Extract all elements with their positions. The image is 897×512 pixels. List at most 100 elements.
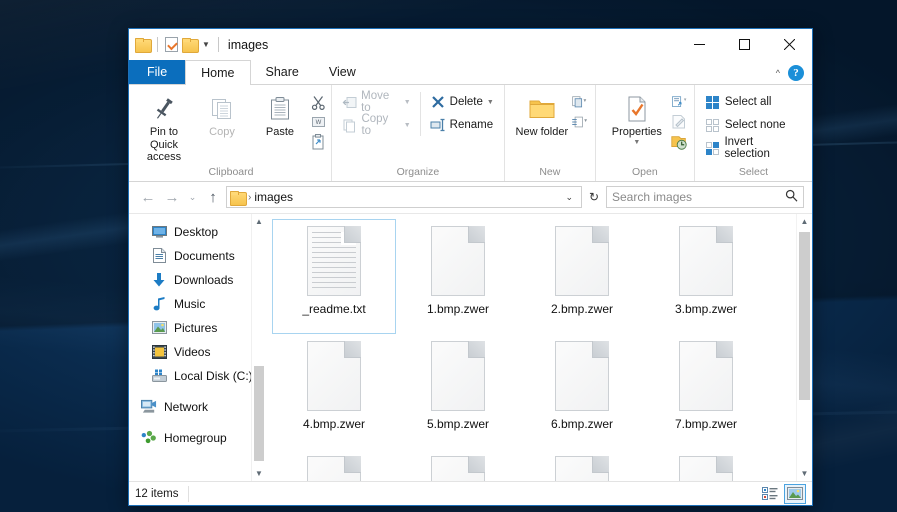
status-bar: 12 items (129, 481, 812, 505)
file-pane-scrollbar-thumb[interactable] (799, 231, 810, 400)
file-item[interactable] (272, 449, 396, 481)
large-icons-view-button[interactable] (784, 483, 806, 504)
rename-icon (430, 117, 446, 133)
properties-button[interactable]: Properties ▼ (604, 90, 670, 147)
scroll-up-arrow-icon[interactable]: ▲ (255, 214, 263, 229)
invert-selection-button[interactable]: Invert selection (705, 136, 800, 160)
cut-icon[interactable] (309, 93, 327, 111)
item-count-label: 12 items (135, 485, 190, 502)
copy-to-button[interactable]: Copy to ▼ (342, 113, 411, 137)
collapse-ribbon-icon[interactable]: ^ (776, 68, 780, 78)
move-to-button[interactable]: Move to ▼ (342, 90, 411, 114)
sidebar-item-homegroup[interactable]: Homegroup (129, 426, 266, 450)
tab-share[interactable]: Share (251, 60, 314, 84)
tab-home[interactable]: Home (185, 60, 251, 85)
copy-path-icon[interactable]: W (309, 113, 327, 131)
file-item[interactable]: 3.bmp.zwer (644, 219, 768, 334)
pin-icon (151, 92, 177, 126)
search-icon[interactable] (785, 189, 798, 205)
file-name-label: 3.bmp.zwer (674, 301, 738, 316)
tab-file[interactable]: File (129, 60, 186, 84)
file-item[interactable]: 5.bmp.zwer (396, 334, 520, 449)
sidebar-item-network[interactable]: Network (129, 395, 266, 419)
copy-button[interactable]: Copy (193, 90, 251, 139)
chevron-down-icon[interactable]: ▼ (201, 40, 211, 49)
file-pane-scrollbar[interactable]: ▲ ▼ (796, 213, 812, 481)
paste-button[interactable]: Paste (251, 90, 309, 139)
button-label: Pin to Quick access (146, 126, 182, 164)
select-all-button[interactable]: Select all (705, 92, 800, 112)
paste-shortcut-icon[interactable] (309, 133, 327, 151)
delete-icon (430, 94, 446, 110)
ribbon-group-select: Select all Select none Invert selection … (695, 85, 812, 181)
folder-icon[interactable] (135, 38, 152, 53)
sidebar-scrollbar-thumb[interactable] (254, 365, 264, 461)
select-none-icon (705, 117, 721, 133)
chevron-down-icon[interactable]: ▼ (404, 122, 411, 129)
scroll-up-arrow-icon[interactable]: ▲ (797, 214, 812, 230)
search-input[interactable]: Search images (606, 186, 804, 209)
file-item[interactable] (396, 449, 520, 481)
sidebar-item-desktop[interactable]: Desktop (129, 220, 266, 244)
search-placeholder: Search images (612, 190, 693, 205)
maximize-button[interactable] (722, 29, 767, 60)
file-item[interactable]: _readme.txt (272, 218, 396, 334)
new-folder-button[interactable]: New folder (513, 90, 571, 139)
select-none-button[interactable]: Select none (705, 115, 800, 135)
pin-to-quick-access-button[interactable]: Pin to Quick access (135, 90, 193, 164)
minimize-button[interactable] (677, 29, 722, 60)
help-icon[interactable]: ? (788, 64, 804, 81)
file-item[interactable]: 2.bmp.zwer (520, 219, 644, 334)
open-icon[interactable]: ▾ (670, 93, 688, 111)
file-item[interactable] (520, 449, 644, 481)
breadcrumb-path[interactable]: images (254, 190, 293, 204)
file-list-pane[interactable]: _readme.txt 1.bmp.zwer 2.bmp.zwer 3.bmp.zwe… (266, 213, 812, 481)
up-button[interactable]: ↑ (202, 186, 224, 208)
generic-file-icon (679, 341, 733, 411)
scroll-down-arrow-icon[interactable]: ▼ (255, 466, 263, 481)
group-label-organize: Organize (396, 165, 440, 178)
file-item[interactable]: 6.bmp.zwer (520, 334, 644, 449)
sidebar-item-local-disk[interactable]: Local Disk (C:) (129, 364, 266, 388)
file-item[interactable]: 4.bmp.zwer (272, 334, 396, 449)
generic-file-icon (679, 456, 733, 481)
chevron-down-icon[interactable]: ▼ (633, 139, 640, 147)
tab-view[interactable]: View (314, 60, 371, 84)
chevron-down-icon[interactable]: ⌄ (560, 192, 578, 203)
file-item[interactable]: 7.bmp.zwer (644, 334, 768, 449)
file-item[interactable] (644, 449, 768, 481)
refresh-button[interactable]: ↻ (584, 186, 604, 208)
sidebar-item-label: Documents (174, 248, 235, 263)
recent-locations-button[interactable]: ⌄ (185, 186, 200, 208)
button-label: Delete (449, 96, 483, 108)
history-icon[interactable] (670, 133, 688, 151)
back-button[interactable]: ← (137, 186, 159, 208)
sidebar-item-downloads[interactable]: Downloads (129, 268, 266, 292)
details-view-button[interactable] (759, 484, 781, 504)
file-item[interactable]: 1.bmp.zwer (396, 219, 520, 334)
svg-text:▾: ▾ (584, 118, 587, 124)
open-small-icons: ▾ (670, 90, 688, 151)
scroll-down-arrow-icon[interactable]: ▼ (797, 465, 812, 481)
properties-icon[interactable] (165, 37, 178, 52)
sidebar-scrollbar[interactable]: ▲ ▼ (251, 213, 266, 481)
window-title: images (227, 37, 269, 52)
close-button[interactable] (767, 29, 812, 60)
new-item-icon[interactable]: ▾ (571, 93, 589, 111)
sidebar-item-music[interactable]: Music (129, 292, 266, 316)
edit-icon[interactable] (670, 113, 688, 131)
rename-button[interactable]: Rename (430, 115, 494, 135)
sidebar-item-documents[interactable]: Documents (129, 244, 266, 268)
address-input[interactable]: › images ⌄ (226, 186, 582, 209)
delete-button[interactable]: Delete ▼ (430, 92, 494, 112)
new-folder-icon[interactable] (182, 38, 199, 53)
forward-button[interactable]: → (161, 186, 183, 208)
generic-file-icon (679, 226, 733, 296)
chevron-down-icon[interactable]: ▼ (487, 99, 494, 106)
chevron-down-icon[interactable]: ▼ (404, 99, 411, 106)
new-small-icons: ▾ ▾ (571, 90, 589, 131)
sidebar-item-pictures[interactable]: Pictures (129, 316, 266, 340)
ribbon-tabs: File Home Share View ^ ? (129, 60, 812, 85)
sidebar-item-videos[interactable]: Videos (129, 340, 266, 364)
easy-access-icon[interactable]: ▾ (571, 113, 589, 131)
